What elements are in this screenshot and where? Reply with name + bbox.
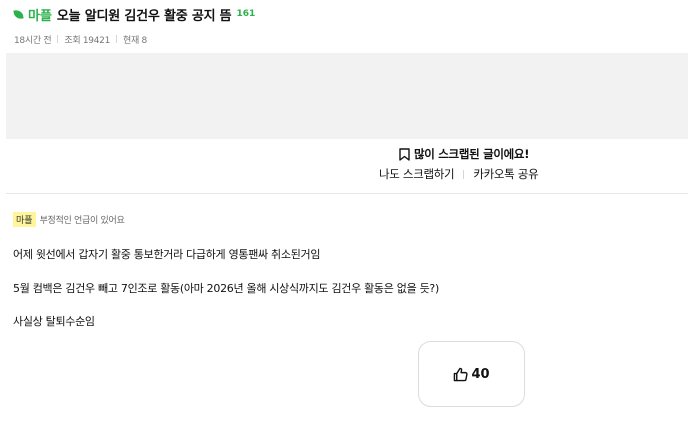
scrap-actions: 나도 스크랩하기 카카오톡 공유 xyxy=(0,166,688,182)
like-count: 40 xyxy=(471,366,490,382)
post-body-line: 5월 컴백은 김건우 빼고 7인조로 활동(아마 2026년 올해 시상식까지도… xyxy=(13,282,439,295)
post-title: 오늘 알디원 김건우 활중 공지 뜸 xyxy=(56,8,232,24)
post-current-viewers: 현재 8 xyxy=(123,35,147,46)
comment-count[interactable]: 161 xyxy=(236,9,255,19)
notice-text: 부정적인 언급이 있어요 xyxy=(39,216,125,226)
action-divider xyxy=(463,169,465,179)
scrap-message: 많이 스크랩된 글이에요! xyxy=(0,146,688,162)
post-meta: 18시간 전 조회 19421 현재 8 xyxy=(14,33,678,46)
meta-divider xyxy=(116,35,118,43)
like-button[interactable]: 40 xyxy=(418,341,525,407)
notice-badge: 마플 xyxy=(13,212,36,227)
scrap-message-text: 많이 스크랩된 글이에요! xyxy=(414,147,530,161)
post-title-row: 마플 오늘 알디원 김건우 활중 공지 뜸 161 xyxy=(13,5,678,24)
ad-banner-area xyxy=(6,53,688,139)
bookmark-icon xyxy=(399,147,410,161)
post-views: 조회 19421 xyxy=(64,35,111,46)
scrap-section: 많이 스크랩된 글이에요! 나도 스크랩하기 카카오톡 공유 xyxy=(0,146,688,182)
post-body-line: 사실상 탈퇴수순임 xyxy=(13,315,95,328)
negative-mention-notice: 마플 부정적인 언급이 있어요 xyxy=(13,212,125,227)
thumbs-up-icon xyxy=(454,367,469,381)
scrap-button[interactable]: 나도 스크랩하기 xyxy=(379,166,455,182)
post-time: 18시간 전 xyxy=(14,35,52,46)
section-divider xyxy=(6,193,688,194)
leaf-icon xyxy=(13,8,24,20)
post-header: 마플 오늘 알디원 김건우 활중 공지 뜸 161 18시간 전 조회 1942… xyxy=(13,5,678,46)
post-body-line: 어제 윗선에서 갑자기 활중 통보한거라 다급하게 영통팬싸 취소된거임 xyxy=(13,248,321,261)
meta-divider xyxy=(57,35,59,43)
post-category[interactable]: 마플 xyxy=(28,5,52,24)
kakao-share-button[interactable]: 카카오톡 공유 xyxy=(473,166,538,182)
